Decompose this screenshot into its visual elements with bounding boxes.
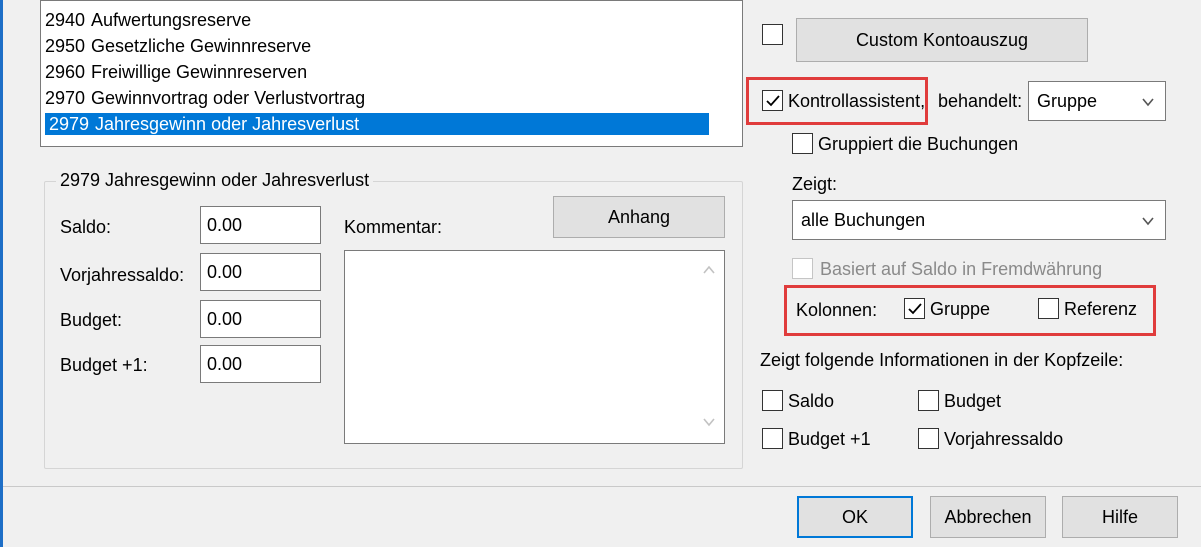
budget-label: Budget: [60, 310, 123, 330]
treated-label: behandelt: [938, 91, 1023, 111]
foreign-currency-checkbox[interactable] [792, 258, 813, 279]
header-saldo-checkbox[interactable] [762, 390, 783, 411]
foreign-currency-label: Basiert auf Saldo in Fremdwährung [820, 259, 1103, 279]
cancel-button[interactable]: Abbrechen [930, 496, 1046, 538]
column-group-checkbox[interactable] [904, 298, 925, 319]
group-title: 2979 Jahresgewinn oder Jahresverlust [56, 168, 374, 192]
saldo-field[interactable]: 0.00 [200, 206, 321, 244]
budget-plus1-field[interactable]: 0.00 [200, 345, 321, 383]
list-item-selected[interactable]: 2979 Jahresgewinn oder Jahresverlust [45, 113, 709, 135]
prev-saldo-field[interactable]: 0.00 [200, 253, 321, 291]
header-budget1-label: Budget +1 [788, 429, 871, 449]
comment-label: Kommentar: [344, 217, 443, 237]
control-assistant-label: Kontrollassistent, [788, 91, 926, 111]
budget-field[interactable]: 0.00 [200, 300, 321, 338]
window-border [0, 0, 3, 547]
chevron-down-icon[interactable] [702, 415, 716, 429]
ok-button[interactable]: OK [797, 496, 913, 538]
accounts-listbox[interactable]: 2940 Aufwertungsreserve 2950 Gesetzliche G… [40, 0, 743, 147]
column-reference-checkbox[interactable] [1038, 298, 1059, 319]
header-prev-saldo-checkbox[interactable] [918, 428, 939, 449]
columns-label: Kolonnen: [796, 300, 878, 320]
list-item[interactable]: 2960 Freiwillige Gewinnreserven [45, 61, 307, 83]
group-bookings-checkbox[interactable] [792, 133, 813, 154]
saldo-label: Saldo: [60, 217, 112, 237]
header-budget-label: Budget [944, 391, 1002, 411]
custom-statement-checkbox[interactable] [762, 24, 783, 45]
column-reference-label: Referenz [1064, 299, 1138, 319]
header-info-label: Zeigt folgende Informationen in der Kopf… [760, 350, 1124, 370]
header-budget1-checkbox[interactable] [762, 428, 783, 449]
comment-scrollbar[interactable] [694, 251, 724, 443]
attachment-button[interactable]: Anhang [553, 196, 725, 238]
shows-select[interactable]: alle Buchungen [792, 200, 1166, 240]
header-budget-checkbox[interactable] [918, 390, 939, 411]
header-prev-saldo-label: Vorjahressaldo [944, 429, 1064, 449]
list-item[interactable]: 2950 Gesetzliche Gewinnreserve [45, 35, 311, 57]
shows-label: Zeigt: [792, 174, 838, 194]
header-saldo-label: Saldo [788, 391, 835, 411]
chevron-down-icon [1141, 214, 1155, 228]
help-button[interactable]: Hilfe [1062, 496, 1178, 538]
custom-statement-button[interactable]: Custom Kontoauszug [796, 18, 1088, 62]
prev-saldo-label: Vorjahressaldo: [60, 265, 185, 285]
list-item-partial [45, 139, 47, 146]
chevron-up-icon[interactable] [702, 263, 716, 277]
chevron-down-icon [1141, 95, 1155, 109]
footer-separator [3, 486, 1201, 487]
list-item[interactable]: 2970 Gewinnvortrag oder Verlustvortrag [45, 87, 365, 109]
checkmark-icon [766, 95, 780, 107]
treated-select[interactable]: Gruppe [1028, 81, 1166, 121]
control-assistant-checkbox[interactable] [762, 90, 783, 111]
group-bookings-label: Gruppiert die Buchungen [818, 134, 1019, 154]
budget-plus1-label: Budget +1: [60, 355, 148, 375]
list-item[interactable]: 2940 Aufwertungsreserve [45, 9, 251, 31]
checkmark-icon [908, 303, 922, 315]
column-group-label: Gruppe [930, 299, 991, 319]
comment-textarea[interactable] [344, 250, 725, 444]
